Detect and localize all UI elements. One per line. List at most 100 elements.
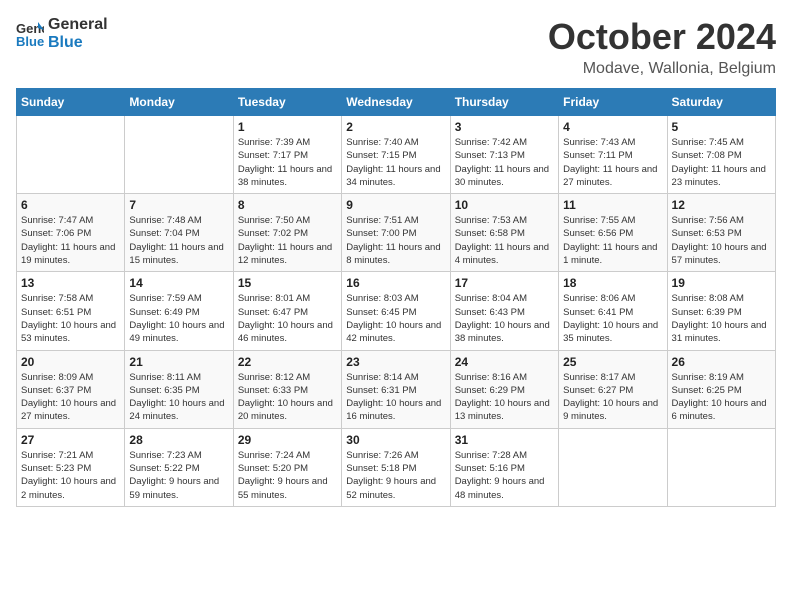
calendar-cell: 3 Sunrise: 7:42 AMSunset: 7:13 PMDaylight… <box>450 116 558 194</box>
calendar-table: SundayMondayTuesdayWednesdayThursdayFrid… <box>16 88 776 507</box>
day-number: 8 <box>238 198 337 212</box>
day-info: Sunrise: 7:43 AMSunset: 7:11 PMDaylight:… <box>563 136 662 189</box>
day-info: Sunrise: 7:45 AMSunset: 7:08 PMDaylight:… <box>672 136 771 189</box>
day-info: Sunrise: 7:28 AMSunset: 5:16 PMDaylight:… <box>455 449 554 502</box>
weekday-header-tuesday: Tuesday <box>233 89 341 116</box>
day-number: 11 <box>563 198 662 212</box>
day-number: 6 <box>21 198 120 212</box>
day-info: Sunrise: 8:14 AMSunset: 6:31 PMDaylight:… <box>346 371 445 424</box>
month-title: October 2024 <box>548 16 776 58</box>
calendar-week-row: 27 Sunrise: 7:21 AMSunset: 5:23 PMDayligh… <box>17 428 776 506</box>
calendar-week-row: 6 Sunrise: 7:47 AMSunset: 7:06 PMDaylight… <box>17 194 776 272</box>
calendar-cell: 25 Sunrise: 8:17 AMSunset: 6:27 PMDayligh… <box>559 350 667 428</box>
day-info: Sunrise: 7:53 AMSunset: 6:58 PMDaylight:… <box>455 214 554 267</box>
day-info: Sunrise: 7:50 AMSunset: 7:02 PMDaylight:… <box>238 214 337 267</box>
day-number: 16 <box>346 276 445 290</box>
day-number: 31 <box>455 433 554 447</box>
day-info: Sunrise: 7:59 AMSunset: 6:49 PMDaylight:… <box>129 292 228 345</box>
day-number: 9 <box>346 198 445 212</box>
calendar-week-row: 1Sunrise: 7:39 AMSunset: 7:17 PMDaylight… <box>17 116 776 194</box>
calendar-cell <box>125 116 233 194</box>
day-number: 5 <box>672 120 771 134</box>
weekday-header-saturday: Saturday <box>667 89 775 116</box>
calendar-cell: 16 Sunrise: 8:03 AMSunset: 6:45 PMDayligh… <box>342 272 450 350</box>
day-number: 25 <box>563 355 662 369</box>
day-info: Sunrise: 8:01 AMSunset: 6:47 PMDaylight:… <box>238 292 337 345</box>
day-info: Sunrise: 8:04 AMSunset: 6:43 PMDaylight:… <box>455 292 554 345</box>
day-number: 21 <box>129 355 228 369</box>
logo-icon: General Blue <box>16 20 44 48</box>
day-info: Sunrise: 7:56 AMSunset: 6:53 PMDaylight:… <box>672 214 771 267</box>
day-info: Sunrise: 7:39 AMSunset: 7:17 PMDaylight:… <box>238 136 337 189</box>
day-info: Sunrise: 7:21 AMSunset: 5:23 PMDaylight:… <box>21 449 120 502</box>
calendar-cell: 5 Sunrise: 7:45 AMSunset: 7:08 PMDaylight… <box>667 116 775 194</box>
calendar-cell: 19Sunrise: 8:08 AMSunset: 6:39 PMDayligh… <box>667 272 775 350</box>
location-subtitle: Modave, Wallonia, Belgium <box>548 60 776 78</box>
day-number: 24 <box>455 355 554 369</box>
calendar-cell: 24 Sunrise: 8:16 AMSunset: 6:29 PMDayligh… <box>450 350 558 428</box>
day-info: Sunrise: 8:19 AMSunset: 6:25 PMDaylight:… <box>672 371 771 424</box>
day-info: Sunrise: 8:06 AMSunset: 6:41 PMDaylight:… <box>563 292 662 345</box>
weekday-header-thursday: Thursday <box>450 89 558 116</box>
title-area: October 2024 Modave, Wallonia, Belgium <box>548 16 776 78</box>
calendar-cell: 2Sunrise: 7:40 AMSunset: 7:15 PMDaylight… <box>342 116 450 194</box>
calendar-week-row: 13 Sunrise: 7:58 AMSunset: 6:51 PMDayligh… <box>17 272 776 350</box>
calendar-cell: 12 Sunrise: 7:56 AMSunset: 6:53 PMDayligh… <box>667 194 775 272</box>
day-info: Sunrise: 7:58 AMSunset: 6:51 PMDaylight:… <box>21 292 120 345</box>
day-number: 27 <box>21 433 120 447</box>
weekday-header-row: SundayMondayTuesdayWednesdayThursdayFrid… <box>17 89 776 116</box>
day-number: 26 <box>672 355 771 369</box>
calendar-cell: 28Sunrise: 7:23 AMSunset: 5:22 PMDayligh… <box>125 428 233 506</box>
day-number: 10 <box>455 198 554 212</box>
page-header: General Blue General Blue October 2024 M… <box>16 16 776 78</box>
day-number: 15 <box>238 276 337 290</box>
day-number: 22 <box>238 355 337 369</box>
day-info: Sunrise: 7:23 AMSunset: 5:22 PMDaylight:… <box>129 449 228 502</box>
day-number: 3 <box>455 120 554 134</box>
logo: General Blue General Blue <box>16 16 108 51</box>
day-info: Sunrise: 8:03 AMSunset: 6:45 PMDaylight:… <box>346 292 445 345</box>
day-number: 17 <box>455 276 554 290</box>
calendar-cell <box>559 428 667 506</box>
calendar-cell: 20 Sunrise: 8:09 AMSunset: 6:37 PMDayligh… <box>17 350 125 428</box>
day-number: 14 <box>129 276 228 290</box>
day-info: Sunrise: 8:09 AMSunset: 6:37 PMDaylight:… <box>21 371 120 424</box>
calendar-cell: 4Sunrise: 7:43 AMSunset: 7:11 PMDaylight… <box>559 116 667 194</box>
calendar-cell: 11Sunrise: 7:55 AMSunset: 6:56 PMDayligh… <box>559 194 667 272</box>
day-info: Sunrise: 7:51 AMSunset: 7:00 PMDaylight:… <box>346 214 445 267</box>
day-info: Sunrise: 7:47 AMSunset: 7:06 PMDaylight:… <box>21 214 120 267</box>
day-info: Sunrise: 8:17 AMSunset: 6:27 PMDaylight:… <box>563 371 662 424</box>
calendar-cell: 8 Sunrise: 7:50 AMSunset: 7:02 PMDaylight… <box>233 194 341 272</box>
day-number: 30 <box>346 433 445 447</box>
day-info: Sunrise: 8:16 AMSunset: 6:29 PMDaylight:… <box>455 371 554 424</box>
calendar-cell: 31 Sunrise: 7:28 AMSunset: 5:16 PMDayligh… <box>450 428 558 506</box>
calendar-cell: 21Sunrise: 8:11 AMSunset: 6:35 PMDayligh… <box>125 350 233 428</box>
day-info: Sunrise: 7:24 AMSunset: 5:20 PMDaylight:… <box>238 449 337 502</box>
calendar-cell: 17 Sunrise: 8:04 AMSunset: 6:43 PMDayligh… <box>450 272 558 350</box>
calendar-cell: 23 Sunrise: 8:14 AMSunset: 6:31 PMDayligh… <box>342 350 450 428</box>
calendar-cell <box>667 428 775 506</box>
calendar-cell: 9 Sunrise: 7:51 AMSunset: 7:00 PMDaylight… <box>342 194 450 272</box>
calendar-cell: 1Sunrise: 7:39 AMSunset: 7:17 PMDaylight… <box>233 116 341 194</box>
day-info: Sunrise: 7:26 AMSunset: 5:18 PMDaylight:… <box>346 449 445 502</box>
svg-text:Blue: Blue <box>16 34 44 48</box>
day-number: 19 <box>672 276 771 290</box>
day-number: 23 <box>346 355 445 369</box>
calendar-cell: 6 Sunrise: 7:47 AMSunset: 7:06 PMDaylight… <box>17 194 125 272</box>
calendar-cell: 14 Sunrise: 7:59 AMSunset: 6:49 PMDayligh… <box>125 272 233 350</box>
weekday-header-wednesday: Wednesday <box>342 89 450 116</box>
calendar-cell: 26 Sunrise: 8:19 AMSunset: 6:25 PMDayligh… <box>667 350 775 428</box>
day-number: 12 <box>672 198 771 212</box>
day-info: Sunrise: 7:40 AMSunset: 7:15 PMDaylight:… <box>346 136 445 189</box>
day-info: Sunrise: 7:42 AMSunset: 7:13 PMDaylight:… <box>455 136 554 189</box>
calendar-cell: 13 Sunrise: 7:58 AMSunset: 6:51 PMDayligh… <box>17 272 125 350</box>
calendar-cell: 15 Sunrise: 8:01 AMSunset: 6:47 PMDayligh… <box>233 272 341 350</box>
calendar-cell: 10 Sunrise: 7:53 AMSunset: 6:58 PMDayligh… <box>450 194 558 272</box>
day-number: 20 <box>21 355 120 369</box>
weekday-header-sunday: Sunday <box>17 89 125 116</box>
weekday-header-monday: Monday <box>125 89 233 116</box>
calendar-cell: 18 Sunrise: 8:06 AMSunset: 6:41 PMDayligh… <box>559 272 667 350</box>
day-number: 18 <box>563 276 662 290</box>
day-number: 13 <box>21 276 120 290</box>
weekday-header-friday: Friday <box>559 89 667 116</box>
